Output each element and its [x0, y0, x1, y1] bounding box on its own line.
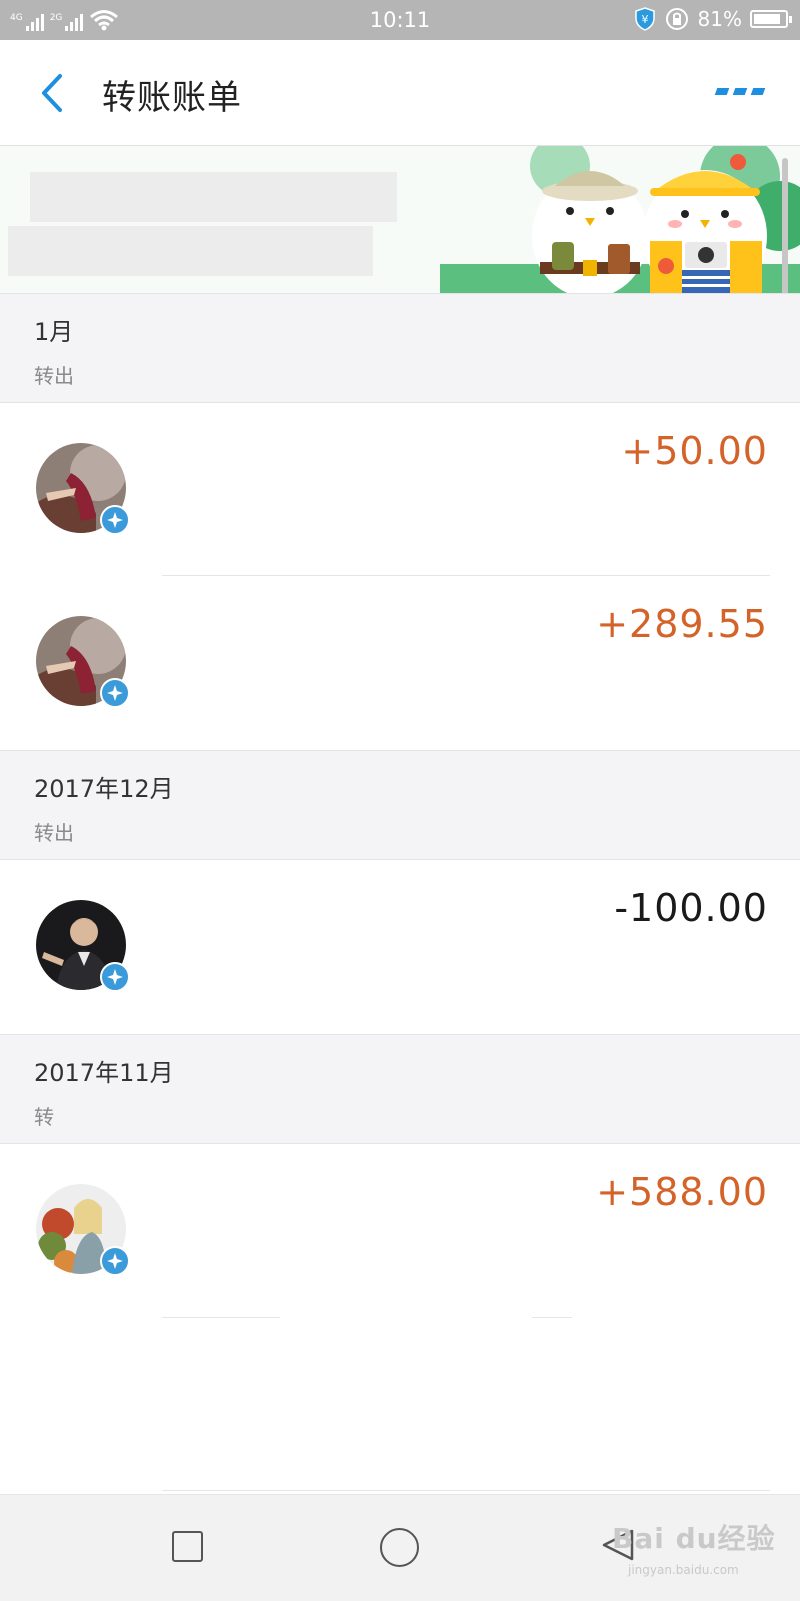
- promo-banner[interactable]: [0, 146, 800, 293]
- watermark-url: jingyan.baidu.com: [628, 1563, 739, 1577]
- transfer-row[interactable]: +588.00: [0, 1144, 800, 1318]
- avatar: [36, 900, 130, 992]
- section-sub-label: 转出: [34, 821, 74, 845]
- transfer-amount: +50.00: [621, 429, 768, 473]
- month-section-header: 1月 转出: [0, 293, 800, 403]
- avatar: [36, 1184, 130, 1276]
- home-button[interactable]: [380, 1528, 419, 1567]
- section-sub-label: 转出: [34, 364, 74, 388]
- banner-placeholder-line-2: [8, 226, 373, 276]
- avatar: [36, 443, 130, 535]
- section-sub-label: 转: [34, 1105, 54, 1129]
- rotation-lock-icon: [665, 8, 688, 30]
- row-divider: [162, 1317, 280, 1318]
- system-nav-bar: Bai du经验 jingyan.baidu.com: [0, 1494, 800, 1601]
- section-month-label: 2017年12月: [34, 775, 174, 803]
- verified-badge-icon: [100, 505, 130, 535]
- month-section-header: 2017年11月 转: [0, 1034, 800, 1144]
- verified-badge-icon: [100, 678, 130, 708]
- row-divider: [162, 1490, 770, 1491]
- status-right: ¥ 81%: [634, 6, 792, 32]
- battery-icon: [750, 10, 792, 28]
- transfer-row[interactable]: +289.55: [0, 576, 800, 749]
- transfer-amount: -100.00: [614, 886, 768, 930]
- status-bar: 4G 2G 10:11 ¥ 81%: [0, 0, 800, 40]
- transfer-row[interactable]: -100.00: [0, 860, 800, 1033]
- banner-placeholder-line-1: [30, 172, 397, 222]
- back-arrow-icon[interactable]: [30, 68, 70, 118]
- transfer-amount: +289.55: [596, 602, 768, 646]
- svg-text:¥: ¥: [641, 13, 648, 26]
- section-month-label: 1月: [34, 318, 74, 346]
- transfer-amount: +588.00: [596, 1170, 768, 1214]
- page-title: 转账账单: [102, 78, 242, 118]
- shield-yen-icon: ¥: [634, 7, 655, 31]
- month-section-header: 2017年12月 转出: [0, 750, 800, 860]
- verified-badge-icon: [100, 962, 130, 992]
- transfer-row[interactable]: +50.00: [0, 403, 800, 576]
- recent-apps-button[interactable]: [172, 1531, 203, 1562]
- banner-chick-mascots: [440, 146, 800, 293]
- avatar: [36, 616, 130, 708]
- watermark-logo: Bai du经验: [612, 1522, 776, 1555]
- section-month-label: 2017年11月: [34, 1059, 174, 1087]
- nav-header: 转账账单: [0, 40, 800, 146]
- more-options-icon[interactable]: [714, 84, 766, 98]
- row-divider: [532, 1317, 572, 1318]
- battery-percent: 81%: [697, 7, 742, 31]
- verified-badge-icon: [100, 1246, 130, 1276]
